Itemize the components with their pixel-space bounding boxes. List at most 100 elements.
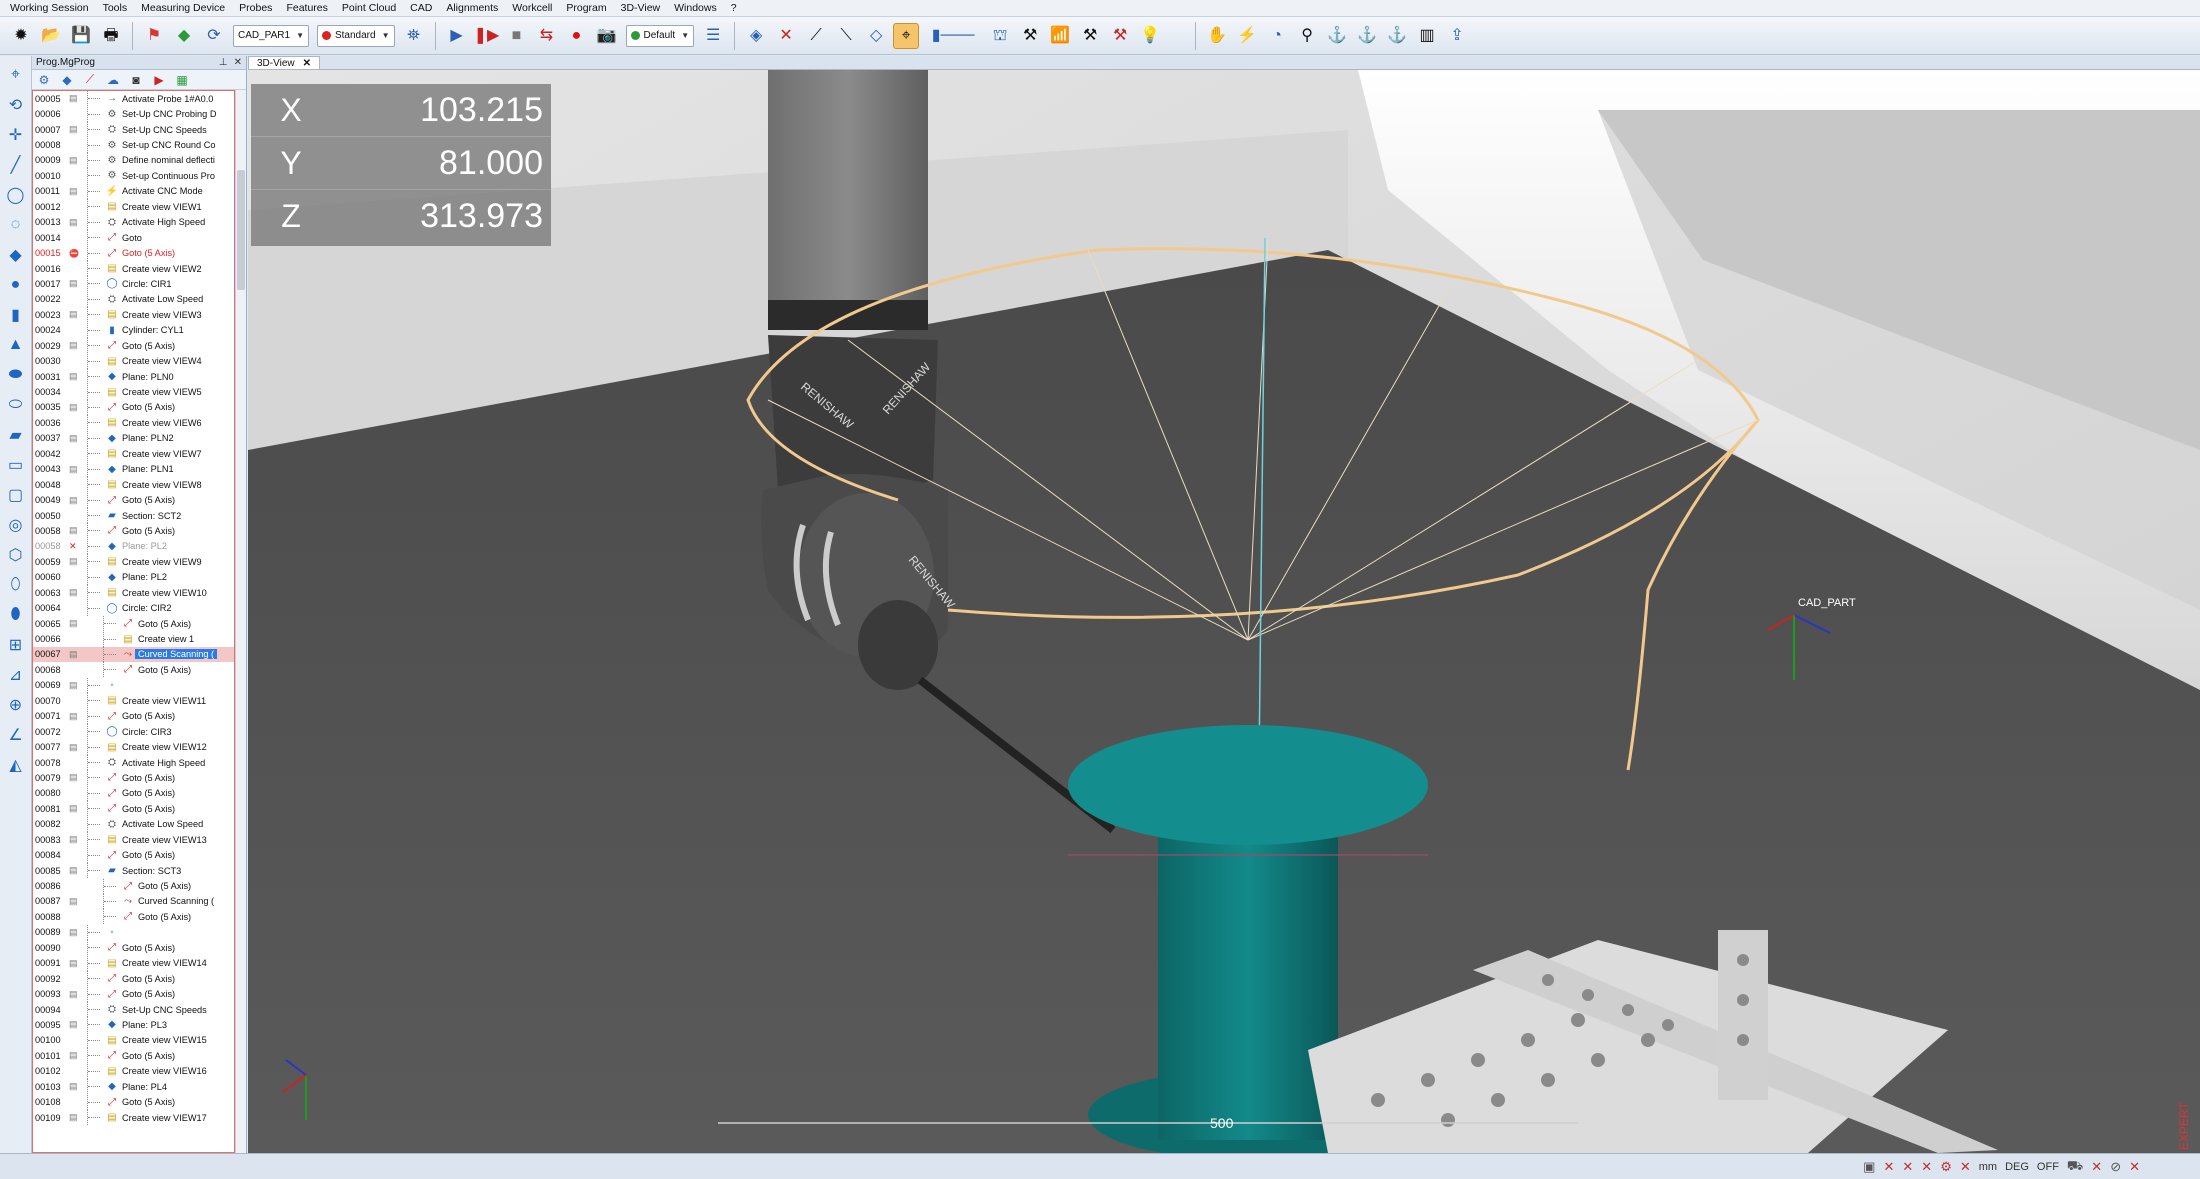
save-icon[interactable]: 💾 [68,23,94,49]
status-state[interactable]: OFF [2037,1161,2059,1173]
probe-head-icon[interactable]: ⚲ [1294,23,1320,49]
camera-icon[interactable]: 📷 [594,23,620,49]
menu-tools[interactable]: Tools [103,2,128,14]
menu-working-session[interactable]: Working Session [10,2,89,14]
tree-row[interactable]: 00103 ▤ ◆ Plane: PL4 [33,1079,234,1095]
tree-row[interactable]: 00007 ▤ ⛭ Set-Up CNC Speeds [33,122,234,138]
tree-row[interactable]: 00060 ◆ Plane: PL2 [33,569,234,585]
slider-icon[interactable]: ▮─── [923,23,983,49]
view-combo[interactable]: Default ▼ [625,24,695,47]
menu-3d-view[interactable]: 3D-View [621,2,661,14]
tree-row[interactable]: 00095 ▤ ◆ Plane: PL3 [33,1017,234,1033]
tree-row[interactable]: 00013 ▤ ⛭ Activate High Speed [33,214,234,230]
arm-icon[interactable]: ⚒ [1017,23,1043,49]
tree-row[interactable]: 00049 ▤ ⤢ Goto (5 Axis) [33,492,234,508]
tree-row[interactable]: 00023 ▤ ▤ Create view VIEW3 [33,307,234,323]
tree-row[interactable]: 00016 ▤ Create view VIEW2 [33,261,234,277]
status-x2-icon[interactable]: ✕ [1902,1159,1913,1175]
cad-combo[interactable]: CAD_PAR1 ▼ [233,24,309,47]
cone-icon[interactable]: ▲ [4,332,28,358]
torus-icon[interactable]: ⬭ [4,392,28,418]
tree-row[interactable]: 00042 ▤ Create view VIEW7 [33,446,234,462]
multi-probe-icon[interactable]: ⚓ [1384,23,1410,49]
tree-row[interactable]: 00058 ▤ ⤢ Goto (5 Axis) [33,523,234,539]
status-x1-icon[interactable]: ✕ [1883,1159,1894,1175]
corner-icon[interactable]: ⊿ [4,662,28,688]
arm3-icon[interactable]: ⚒ [1107,23,1133,49]
frame-icon[interactable]: ⊞ [4,632,28,658]
status-angle[interactable]: DEG [2005,1161,2029,1173]
list-icon[interactable]: ☰ [700,23,726,49]
tree-row[interactable]: 00077 ▤ ▤ Create view VIEW12 [33,739,234,755]
tree-row[interactable]: 00036 ▤ Create view VIEW6 [33,415,234,431]
tree-row[interactable]: 00034 ▤ Create view VIEW5 [33,384,234,400]
tree-row[interactable]: 00083 ▤ ▤ Create view VIEW13 [33,832,234,848]
tree-row[interactable]: 00100 ▤ Create view VIEW15 [33,1032,234,1048]
tree-row[interactable]: 00087 ▤ ⤳ Curved Scanning ( [33,893,234,909]
tree-row[interactable]: 00011 ▤ ⚡ Activate CNC Mode [33,183,234,199]
tree-row[interactable]: 00014 ⤢ Goto [33,230,234,246]
stop-icon[interactable]: ■ [504,23,530,49]
menu-point-cloud[interactable]: Point Cloud [342,2,396,14]
tree-row[interactable]: 00064 ◯ Circle: CIR2 [33,600,234,616]
tower-icon[interactable]: ⛫ [987,23,1013,49]
tree-row[interactable]: 00089 ▤ ◦ [33,924,234,940]
diamond-icon[interactable]: ◈ [743,23,769,49]
status-unit[interactable]: mm [1979,1161,1997,1173]
tree-row[interactable]: 00024 ▮ Cylinder: CYL1 [33,322,234,338]
step-icon[interactable]: ❚▶ [474,23,500,49]
tree-row[interactable]: 00068 ⤢ Goto (5 Axis) [33,662,234,678]
record-icon[interactable]: ● [564,23,590,49]
alignment-icon[interactable]: ⟲ [4,92,28,118]
menu-probes[interactable]: Probes [239,2,272,14]
circle-icon[interactable]: ◯ [4,182,28,208]
tree-row[interactable]: 00081 ▤ ⤢ Goto (5 Axis) [33,801,234,817]
polygon-icon[interactable]: ⬡ [4,542,28,568]
surface-icon[interactable]: ⬬ [4,362,28,388]
rect-slot-icon[interactable]: ▢ [4,482,28,508]
new-session-icon[interactable]: ✹ [8,23,34,49]
layers-icon[interactable]: ◆ [171,23,197,49]
ellipse-icon[interactable]: ⬯ [4,572,28,598]
status-x3-icon[interactable]: ✕ [1921,1159,1932,1175]
tree-row[interactable]: 00005 ▤ → Activate Probe 1#A0.0 [33,91,234,107]
tree-row[interactable]: 00090 ⤢ Goto (5 Axis) [33,940,234,956]
tree-row[interactable]: 00043 ▤ ◆ Plane: PLN1 [33,461,234,477]
tree-row[interactable]: 00109 ▤ ▤ Create view VIEW17 [33,1110,234,1126]
menu-alignments[interactable]: Alignments [446,2,498,14]
play-icon[interactable]: ▶ [444,23,470,49]
tree-row[interactable]: 00009 ▤ ⚙ Define nominal deflecti [33,152,234,168]
pin-icon[interactable]: ⊥ [219,57,228,68]
tree-row[interactable]: 00102 ▤ Create view VIEW16 [33,1063,234,1079]
status-x5-icon[interactable]: ✕ [2091,1159,2102,1175]
menu-[interactable]: ? [731,2,737,14]
tree-row[interactable]: 00067 ▤ ⤳ Curved Scanning ( [33,646,234,663]
tree-map-icon[interactable]: ▦ [172,71,192,88]
export-icon[interactable]: ⇪ [1444,23,1470,49]
rotate-icon[interactable]: ⟳ [201,23,227,49]
tree-row[interactable]: 00093 ▤ ⤢ Goto (5 Axis) [33,986,234,1002]
tree-scrollbar[interactable] [235,90,246,1153]
menu-cad[interactable]: CAD [410,2,432,14]
tree-camera-icon[interactable]: ◙ [126,71,146,88]
auto-feature-icon[interactable]: ⌖ [4,62,28,88]
wedge-icon[interactable]: ◭ [4,752,28,778]
tree-row[interactable]: 00084 ⤢ Goto (5 Axis) [33,847,234,863]
menu-workcell[interactable]: Workcell [512,2,552,14]
machine-icon[interactable]: ⛯ [401,23,427,49]
status-x4-icon[interactable]: ✕ [1960,1159,1971,1175]
tree-row[interactable]: 00031 ▤ ◆ Plane: PLN0 [33,369,234,385]
slot-icon[interactable]: ▭ [4,452,28,478]
tree-row[interactable]: 00029 ▤ ⤢ Goto (5 Axis) [33,338,234,354]
menu-features[interactable]: Features [286,2,327,14]
tree-feature-icon[interactable]: ◆ [57,71,77,88]
tree-play-icon[interactable]: ▶ [149,71,169,88]
close-tab-icon[interactable]: ✕ [303,58,311,69]
tree-row[interactable]: 00059 ▤ ▤ Create view VIEW9 [33,554,234,570]
tree-row[interactable]: 00080 ⤢ Goto (5 Axis) [33,785,234,801]
tree-row[interactable]: 00037 ▤ ◆ Plane: PLN2 [33,430,234,446]
ellipse2-icon[interactable]: ⬮ [4,602,28,628]
bulb-icon[interactable]: 💡 [1137,23,1163,49]
status-x6-icon[interactable]: ✕ [2129,1159,2140,1175]
highlight-tool-icon[interactable]: ⌖ [893,22,920,49]
